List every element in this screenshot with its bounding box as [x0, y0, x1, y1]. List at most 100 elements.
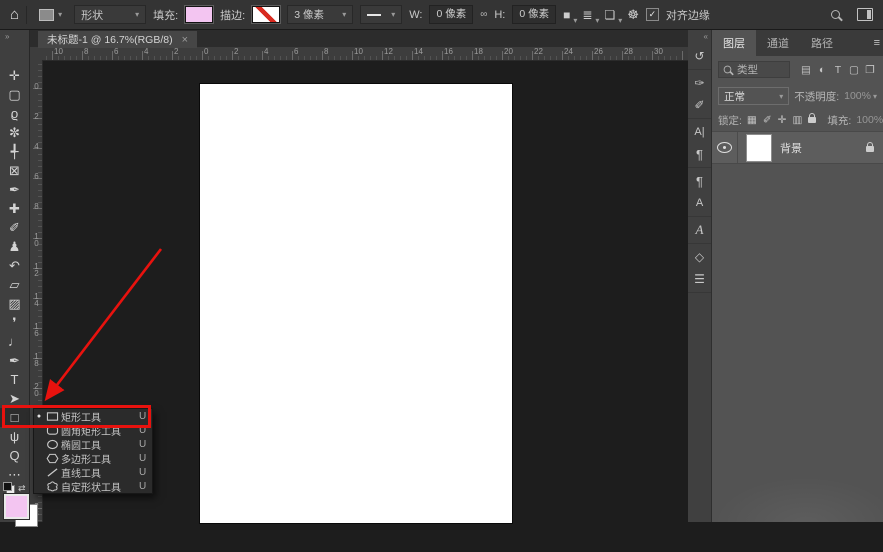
- shape-width-input[interactable]: 0 像素: [429, 5, 473, 24]
- blend-mode-select[interactable]: 正常 ▾: [718, 87, 789, 105]
- path-operations-button[interactable]: ■ ▾: [563, 8, 575, 22]
- document-tab[interactable]: 未标题-1 @ 16.7%(RGB/8) ×: [38, 31, 197, 48]
- fill-opacity-control[interactable]: 100% ▾: [856, 114, 883, 126]
- tools-panel: » ✛▢ϱ✼╃⊠✒✚✐♟↶▱▨❜♩✒T➤□ψQ⋯ ⇄: [0, 30, 30, 522]
- zoom-tool[interactable]: Q: [0, 446, 29, 465]
- stroke-width-select[interactable]: 3 像素 ▾: [287, 5, 353, 24]
- panel-tabs: 图层 通道 路径 ≡: [712, 30, 883, 56]
- tool-preset-picker[interactable]: ▾: [34, 6, 67, 24]
- type-tool-icon: T: [11, 373, 19, 386]
- foreground-color-swatch[interactable]: [4, 494, 29, 519]
- brushes-panel-icon[interactable]: ✐: [688, 94, 711, 116]
- history-brush-tool-icon: ↶: [9, 259, 20, 272]
- close-tab-icon[interactable]: ×: [182, 34, 188, 46]
- layer-row-background[interactable]: 背景: [712, 131, 883, 164]
- layer-thumbnail[interactable]: [747, 135, 771, 161]
- brush-settings-panel-icon[interactable]: ✑: [688, 72, 711, 94]
- menu-item-shortcut: U: [139, 439, 152, 450]
- smart-object-filter-icon[interactable]: ❐: [863, 64, 877, 76]
- menu-item-shortcut: U: [139, 481, 152, 492]
- image-filter-icon[interactable]: ▤: [799, 64, 813, 76]
- stroke-swatch[interactable]: [252, 6, 280, 23]
- hand-tool[interactable]: ψ: [0, 427, 29, 446]
- eyedropper-tool-icon: ✒: [9, 183, 20, 196]
- type-tool[interactable]: T: [0, 370, 29, 389]
- layer-visibility-toggle[interactable]: [712, 132, 738, 163]
- paragraph-styles-panel-icon[interactable]: ¶: [688, 170, 711, 192]
- adjustment-filter-icon[interactable]: ◐: [815, 64, 829, 76]
- menu-item-ellipse-tool[interactable]: 椭圆工具U: [34, 437, 152, 451]
- menu-item-line-tool[interactable]: 直线工具U: [34, 465, 152, 479]
- clone-stamp-tool[interactable]: ♟: [0, 237, 29, 256]
- swap-colors-icon[interactable]: ⇄: [18, 483, 26, 494]
- workspace-switcher-icon[interactable]: [857, 8, 873, 21]
- shape-options-gear-button[interactable]: ☸: [627, 7, 639, 23]
- character-panel-icon[interactable]: A|: [688, 121, 711, 143]
- document-canvas[interactable]: [200, 84, 512, 523]
- shape-filter-icon[interactable]: ▢: [847, 64, 861, 76]
- dock-collapse-icon[interactable]: «: [688, 30, 711, 43]
- menu-item-polygon-tool[interactable]: 多边形工具U: [34, 451, 152, 465]
- dodge-tool[interactable]: ♩: [0, 332, 29, 351]
- path-operations-icon: ■: [563, 8, 570, 22]
- type-filter-icon[interactable]: T: [831, 64, 845, 76]
- tab-channels[interactable]: 通道: [756, 30, 800, 56]
- opacity-control[interactable]: 100% ▾: [844, 90, 877, 102]
- layer-filter-search[interactable]: 类型: [718, 61, 790, 78]
- fill-swatch[interactable]: [185, 6, 213, 23]
- fill-opacity-value: 100%: [856, 114, 883, 126]
- ruler-number: 16: [444, 47, 453, 56]
- history-brush-tool[interactable]: ↶: [0, 256, 29, 275]
- lasso-tool-icon: ϱ: [11, 107, 18, 120]
- search-icon[interactable]: [831, 10, 840, 19]
- eyedropper-tool[interactable]: ✒: [0, 180, 29, 199]
- gradient-tool[interactable]: ▨: [0, 294, 29, 313]
- history-panel-icon[interactable]: ↺: [688, 45, 711, 67]
- brush-tool[interactable]: ✐: [0, 218, 29, 237]
- path-alignment-button[interactable]: ≣ ▾: [582, 8, 597, 22]
- brush-tool-icon: ✐: [9, 221, 20, 234]
- lock-pixels-icon[interactable]: ✐: [763, 114, 772, 126]
- quick-selection-tool[interactable]: ✼: [0, 123, 29, 142]
- lock-all-icon[interactable]: [808, 114, 816, 126]
- frame-tool[interactable]: ⊠: [0, 161, 29, 180]
- path-arrangement-button[interactable]: ❏ ▾: [604, 8, 620, 22]
- stroke-type-select[interactable]: ▾: [360, 5, 402, 24]
- collapsed-panels-dock: « ↺✑✐A|¶¶AA◇☰: [688, 30, 712, 522]
- home-icon[interactable]: ⌂: [10, 6, 19, 23]
- 3d-panel-icon[interactable]: ◇: [688, 246, 711, 268]
- properties-panel-icon[interactable]: ☰: [688, 268, 711, 290]
- shape-height-input[interactable]: 0 像素: [512, 5, 556, 24]
- align-edges-checkbox[interactable]: ✓: [646, 8, 659, 21]
- panel-menu-icon[interactable]: ≡: [871, 30, 883, 56]
- lock-position-icon[interactable]: ✛: [778, 114, 787, 126]
- lock-transparent-icon[interactable]: ▦: [747, 114, 757, 126]
- ellipse-icon: [44, 439, 61, 450]
- glyphs-panel-icon[interactable]: A: [688, 219, 711, 241]
- tool-mode-value: 形状: [81, 7, 103, 23]
- tab-layers[interactable]: 图层: [712, 30, 756, 56]
- link-dimensions-icon[interactable]: ∞: [480, 9, 487, 20]
- pen-tool[interactable]: ✒: [0, 351, 29, 370]
- paragraph-panel-icon[interactable]: ¶: [688, 143, 711, 165]
- ruler-number: 20: [504, 47, 513, 56]
- tab-paths[interactable]: 路径: [800, 30, 844, 56]
- toolbar-collapse-icon[interactable]: »: [0, 30, 29, 44]
- ruler-number: 26: [594, 47, 603, 56]
- tool-mode-select[interactable]: 形状 ▾: [74, 5, 146, 24]
- spot-healing-brush-tool[interactable]: ✚: [0, 199, 29, 218]
- eraser-tool[interactable]: ▱: [0, 275, 29, 294]
- move-tool[interactable]: ✛: [0, 66, 29, 85]
- ruler-number: 6: [31, 172, 41, 179]
- chevron-down-icon: ▾: [779, 92, 783, 101]
- menu-item-custom-shape-tool[interactable]: 自定形状工具U: [34, 479, 152, 493]
- character-styles-panel-icon[interactable]: A: [688, 192, 711, 214]
- blur-tool[interactable]: ❜: [0, 313, 29, 332]
- crop-tool[interactable]: ╃: [0, 142, 29, 161]
- layer-lock-icon: [866, 139, 883, 157]
- rectangular-marquee-tool[interactable]: ▢: [0, 85, 29, 104]
- ruler-number: 8: [324, 47, 328, 56]
- default-colors-icon[interactable]: [3, 482, 15, 494]
- lock-artboard-icon[interactable]: ▥: [792, 114, 802, 126]
- lasso-tool[interactable]: ϱ: [0, 104, 29, 123]
